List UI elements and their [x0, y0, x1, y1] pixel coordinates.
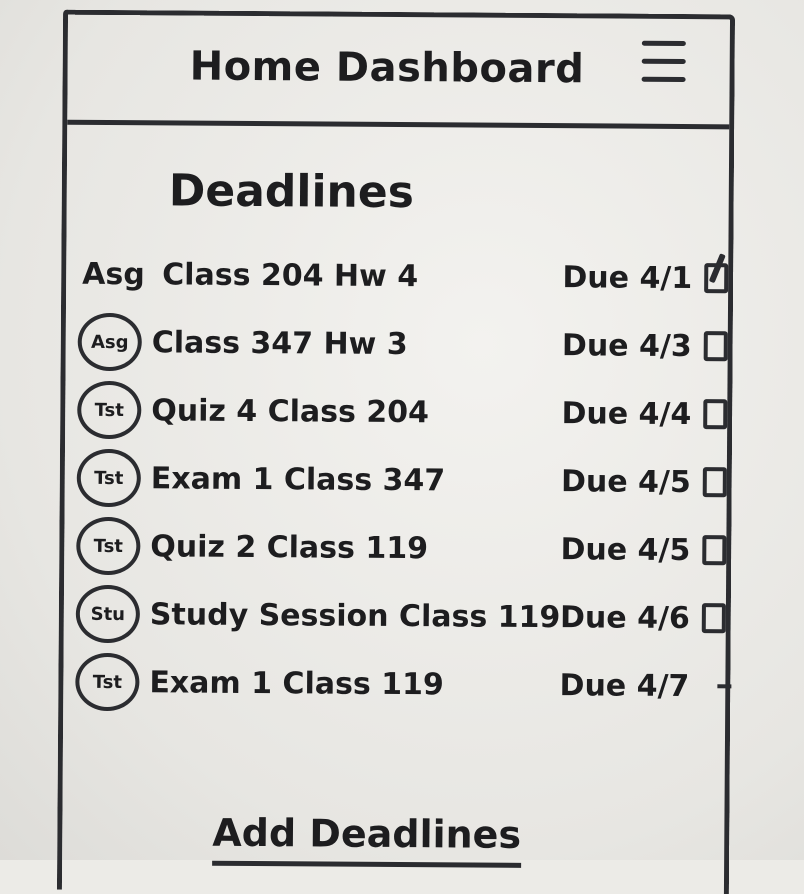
type-badge: Stu [75, 584, 141, 644]
type-badge: Tst [76, 448, 142, 508]
menu-line [641, 76, 686, 83]
deadlines-heading: Deadlines [168, 165, 415, 219]
complete-checkbox[interactable] [703, 331, 728, 362]
due-date: Due 4/3 [561, 327, 692, 364]
type-badge: Tst [76, 516, 141, 576]
due-date: Due 4/6 [559, 599, 690, 636]
deadline-row: Stu Study Session Class 119 Due 4/6 [75, 580, 726, 653]
menu-line [641, 58, 686, 65]
due-date: Due 4/5 [560, 531, 691, 568]
type-badge: Asg [77, 312, 142, 372]
complete-checkbox[interactable] [701, 603, 726, 634]
deadline-row: Asg Class 204 Hw 4 Due 4/1 [78, 240, 729, 313]
deadline-row: Asg Class 347 Hw 3 Due 4/3 [77, 308, 728, 381]
type-badge: Tst [77, 380, 142, 440]
complete-checkbox[interactable] [704, 263, 729, 294]
deadline-list: Asg Class 204 Hw 4 Due 4/1 Asg Class 347… [75, 240, 732, 721]
deadline-row: Tst Quiz 4 Class 204 Due 4/4 [77, 376, 728, 449]
complete-checkbox[interactable] [702, 535, 727, 566]
deadline-row: Tst Exam 1 Class 119 Due 4/7 [75, 648, 732, 721]
due-date: Due 4/1 [562, 259, 693, 296]
app-header: Home Dashboard [67, 14, 731, 130]
due-date: Due 4/7 [559, 667, 690, 704]
type-badge: Asg [82, 256, 145, 292]
hamburger-menu-icon[interactable] [641, 40, 689, 97]
type-badge: Tst [75, 652, 140, 712]
due-date: Due 4/4 [561, 395, 692, 432]
whiteboard-background: Home Dashboard Deadlines Asg Class 204 H… [0, 0, 804, 894]
phone-frame: Home Dashboard Deadlines Asg Class 204 H… [56, 9, 736, 894]
menu-line [641, 40, 686, 47]
due-date: Due 4/5 [560, 463, 691, 500]
complete-checkbox[interactable] [702, 467, 727, 498]
deadline-row: Tst Exam 1 Class 347 Due 4/5 [76, 444, 727, 517]
complete-checkbox[interactable] [703, 399, 728, 430]
deadline-row: Tst Quiz 2 Class 119 Due 4/5 [76, 512, 727, 585]
add-deadlines-button[interactable]: Add Deadlines [212, 810, 522, 868]
page-title: Home Dashboard [189, 43, 585, 93]
dash-mark [717, 684, 732, 689]
